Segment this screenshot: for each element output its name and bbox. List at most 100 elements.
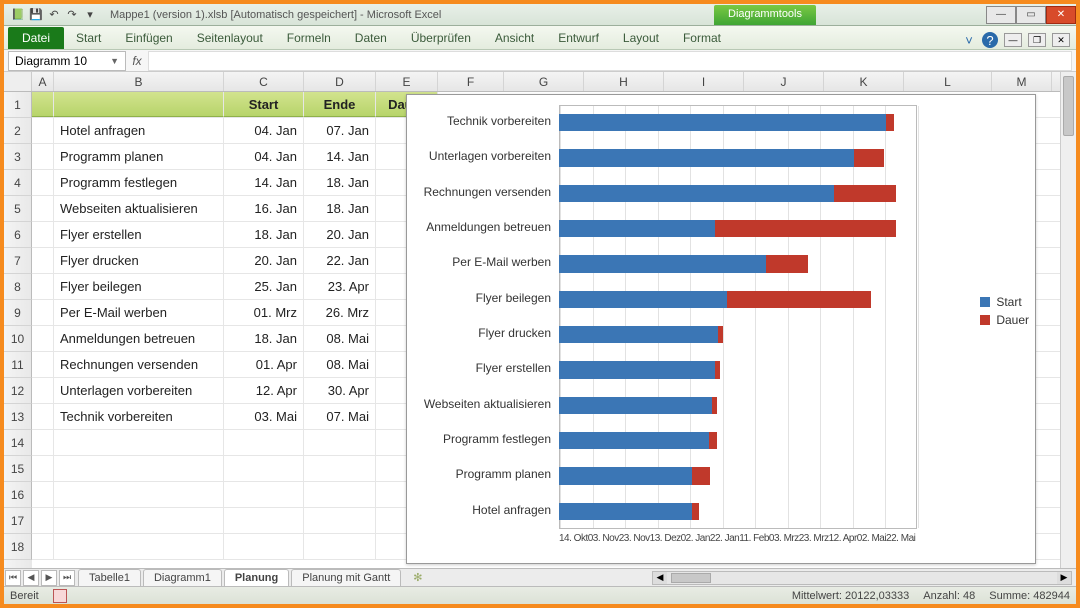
- minimize-ribbon-icon[interactable]: ˅: [960, 31, 978, 49]
- tab-data[interactable]: Daten: [343, 27, 399, 49]
- cell[interactable]: 25. Jan: [224, 274, 304, 299]
- cell[interactable]: 18. Jan: [304, 170, 376, 195]
- tab-format[interactable]: Format: [671, 27, 733, 49]
- col-F[interactable]: F: [438, 72, 504, 91]
- col-D[interactable]: D: [304, 72, 376, 91]
- formula-input[interactable]: [148, 51, 1072, 71]
- col-I[interactable]: I: [664, 72, 744, 91]
- sheet-tab-planung-mit-gantt[interactable]: Planung mit Gantt: [291, 569, 401, 586]
- cell[interactable]: 01. Apr: [224, 352, 304, 377]
- col-C[interactable]: C: [224, 72, 304, 91]
- cell[interactable]: 16. Jan: [224, 196, 304, 221]
- tab-formulas[interactable]: Formeln: [275, 27, 343, 49]
- col-M[interactable]: M: [992, 72, 1052, 91]
- tab-nav-prev-icon[interactable]: ◀: [23, 570, 39, 586]
- cell[interactable]: [32, 170, 54, 195]
- cell[interactable]: Webseiten aktualisieren: [54, 196, 224, 221]
- cell[interactable]: 26. Mrz: [304, 300, 376, 325]
- name-box-dropdown-icon[interactable]: ▼: [110, 56, 119, 66]
- cell[interactable]: 07. Jan: [304, 118, 376, 143]
- fx-icon[interactable]: fx: [126, 54, 148, 68]
- cell[interactable]: [32, 300, 54, 325]
- help-icon[interactable]: ?: [982, 32, 998, 48]
- save-icon[interactable]: 💾: [28, 7, 44, 23]
- cell[interactable]: [304, 508, 376, 533]
- mdi-minimize-icon[interactable]: —: [1004, 33, 1022, 47]
- tab-nav-first-icon[interactable]: ⏮: [5, 570, 21, 586]
- cell[interactable]: [32, 248, 54, 273]
- cell[interactable]: Rechnungen versenden: [54, 352, 224, 377]
- cell[interactable]: [32, 118, 54, 143]
- worksheet[interactable]: A B C D E F G H I J K L M 12345678910111…: [4, 72, 1060, 568]
- row-header[interactable]: 14: [4, 430, 32, 456]
- cell[interactable]: [224, 534, 304, 559]
- cell[interactable]: Start: [224, 92, 304, 117]
- new-sheet-icon[interactable]: ✻: [403, 569, 432, 586]
- cell[interactable]: [54, 456, 224, 481]
- file-tab[interactable]: Datei: [8, 27, 64, 49]
- row-header[interactable]: 13: [4, 404, 32, 430]
- cell[interactable]: 22. Jan: [304, 248, 376, 273]
- tab-review[interactable]: Überprüfen: [399, 27, 483, 49]
- cell[interactable]: Per E-Mail werben: [54, 300, 224, 325]
- tab-start[interactable]: Start: [64, 27, 113, 49]
- cell[interactable]: [32, 326, 54, 351]
- cell[interactable]: [54, 534, 224, 559]
- cell[interactable]: 23. Apr: [304, 274, 376, 299]
- cell[interactable]: 14. Jan: [224, 170, 304, 195]
- embedded-chart[interactable]: Start Dauer 14. Okt03. Nov23. Nov13. Dez…: [406, 94, 1036, 564]
- undo-icon[interactable]: ↶: [46, 7, 62, 23]
- cell[interactable]: 03. Mai: [224, 404, 304, 429]
- row-header[interactable]: 2: [4, 118, 32, 144]
- sheet-tab-diagramm1[interactable]: Diagramm1: [143, 569, 222, 586]
- macro-record-icon[interactable]: [53, 589, 67, 603]
- cell[interactable]: 14. Jan: [304, 144, 376, 169]
- tab-nav-last-icon[interactable]: ⏭: [59, 570, 75, 586]
- cell[interactable]: Flyer erstellen: [54, 222, 224, 247]
- hscroll-left-icon[interactable]: ◀: [653, 572, 667, 584]
- row-header[interactable]: 6: [4, 222, 32, 248]
- cell[interactable]: [32, 352, 54, 377]
- tab-insert[interactable]: Einfügen: [113, 27, 184, 49]
- maximize-button[interactable]: ▭: [1016, 6, 1046, 24]
- cell[interactable]: 08. Mai: [304, 326, 376, 351]
- cell[interactable]: 07. Mai: [304, 404, 376, 429]
- tab-pagelayout[interactable]: Seitenlayout: [185, 27, 275, 49]
- cell[interactable]: [224, 482, 304, 507]
- tab-design[interactable]: Entwurf: [546, 27, 611, 49]
- cell[interactable]: [32, 482, 54, 507]
- tab-layout[interactable]: Layout: [611, 27, 671, 49]
- cell[interactable]: [54, 92, 224, 117]
- cell[interactable]: 18. Jan: [224, 326, 304, 351]
- cell[interactable]: 20. Jan: [304, 222, 376, 247]
- sheet-tab-planung[interactable]: Planung: [224, 569, 289, 586]
- row-header[interactable]: 1: [4, 92, 32, 118]
- cell[interactable]: Flyer drucken: [54, 248, 224, 273]
- cell[interactable]: 04. Jan: [224, 118, 304, 143]
- cell[interactable]: [54, 482, 224, 507]
- row-header[interactable]: 17: [4, 508, 32, 534]
- col-K[interactable]: K: [824, 72, 904, 91]
- cell[interactable]: [224, 456, 304, 481]
- cell[interactable]: [224, 508, 304, 533]
- col-L[interactable]: L: [904, 72, 992, 91]
- cell[interactable]: 04. Jan: [224, 144, 304, 169]
- cell[interactable]: 01. Mrz: [224, 300, 304, 325]
- cell[interactable]: [32, 196, 54, 221]
- tab-view[interactable]: Ansicht: [483, 27, 546, 49]
- minimize-button[interactable]: —: [986, 6, 1016, 24]
- cell[interactable]: 18. Jan: [224, 222, 304, 247]
- cell[interactable]: [32, 378, 54, 403]
- cell[interactable]: [304, 430, 376, 455]
- cell[interactable]: [304, 534, 376, 559]
- cell[interactable]: [32, 222, 54, 247]
- cell[interactable]: [304, 482, 376, 507]
- horizontal-scroll-thumb[interactable]: [671, 573, 711, 583]
- row-header[interactable]: 8: [4, 274, 32, 300]
- cell[interactable]: [32, 274, 54, 299]
- select-all-corner[interactable]: [4, 72, 32, 91]
- sheet-tab-tabelle1[interactable]: Tabelle1: [78, 569, 141, 586]
- cell[interactable]: [54, 430, 224, 455]
- row-header[interactable]: 9: [4, 300, 32, 326]
- cell[interactable]: [32, 92, 54, 117]
